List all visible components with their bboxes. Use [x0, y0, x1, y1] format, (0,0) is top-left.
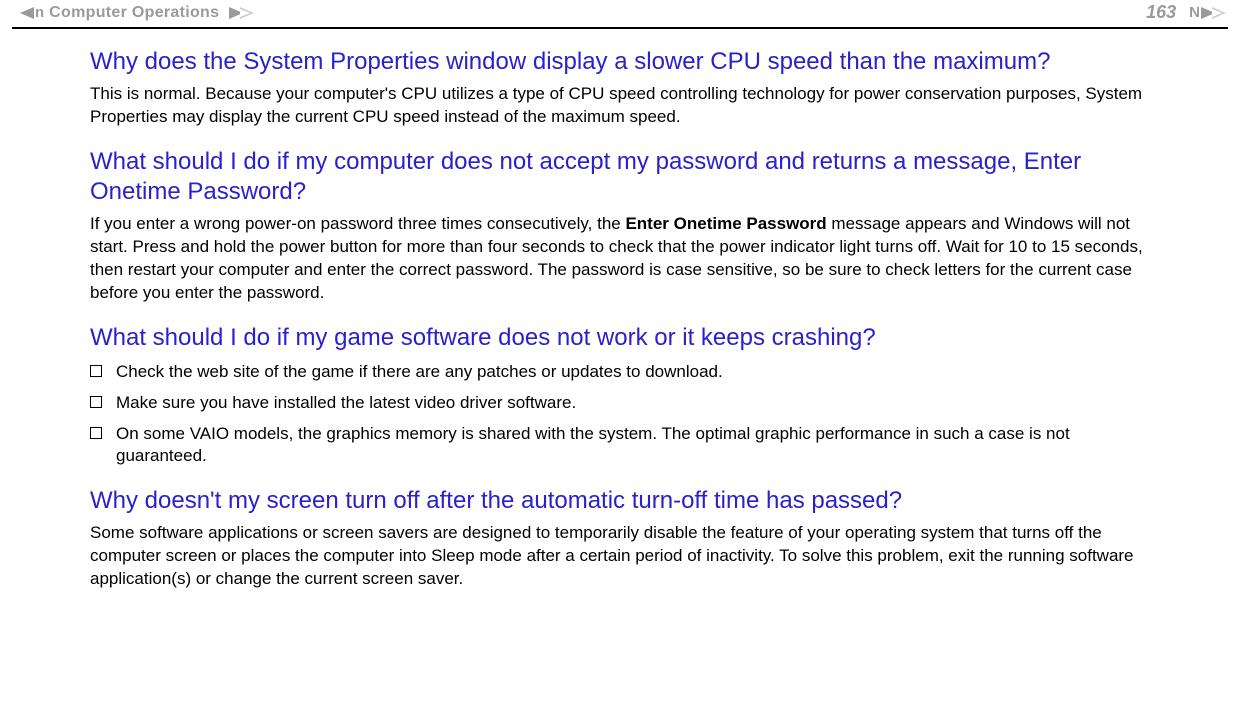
nav-arrows-after-crumb[interactable] — [229, 7, 254, 19]
faq-body-2-pre: If you enter a wrong power-on password t… — [90, 214, 625, 233]
faq-list-3: Check the web site of the game if there … — [90, 361, 1150, 469]
faq-heading-4: Why doesn't my screen turn off after the… — [90, 486, 1150, 516]
checkbox-bullet-icon — [90, 396, 102, 408]
list-item: Check the web site of the game if there … — [90, 361, 1150, 384]
faq-body-4: Some software applications or screen sav… — [90, 522, 1150, 591]
nav-arrows-right[interactable]: N — [1188, 4, 1226, 21]
header-left: n Computer Operations — [14, 4, 254, 22]
list-item: Make sure you have installed the latest … — [90, 392, 1150, 415]
list-item-text: On some VAIO models, the graphics memory… — [116, 423, 1150, 469]
breadcrumb[interactable]: Computer Operations — [49, 4, 219, 22]
nav-n-right: N — [1189, 4, 1200, 21]
nav-arrows-left[interactable]: n — [20, 4, 45, 21]
faq-heading-3: What should I do if my game software doe… — [90, 323, 1150, 353]
checkbox-bullet-icon — [90, 427, 102, 439]
faq-body-2-bold: Enter Onetime Password — [625, 214, 826, 233]
list-item-text: Make sure you have installed the latest … — [116, 392, 576, 415]
page-header: n Computer Operations 163 N — [0, 0, 1240, 27]
content-area: Why does the System Properties window di… — [0, 29, 1240, 607]
faq-heading-2: What should I do if my computer does not… — [90, 147, 1150, 207]
faq-body-2: If you enter a wrong power-on password t… — [90, 213, 1150, 305]
triangle-right-outline-icon — [240, 7, 254, 19]
faq-body-1: This is normal. Because your computer's … — [90, 83, 1150, 129]
checkbox-bullet-icon — [90, 365, 102, 377]
page-number: 163 — [1146, 2, 1176, 23]
faq-heading-1: Why does the System Properties window di… — [90, 47, 1150, 77]
nav-n-left: n — [35, 4, 44, 21]
header-right: 163 N — [1146, 2, 1226, 23]
list-item-text: Check the web site of the game if there … — [116, 361, 723, 384]
triangle-right-outline2-icon — [1212, 7, 1226, 19]
triangle-left-icon — [20, 7, 34, 19]
list-item: On some VAIO models, the graphics memory… — [90, 423, 1150, 469]
